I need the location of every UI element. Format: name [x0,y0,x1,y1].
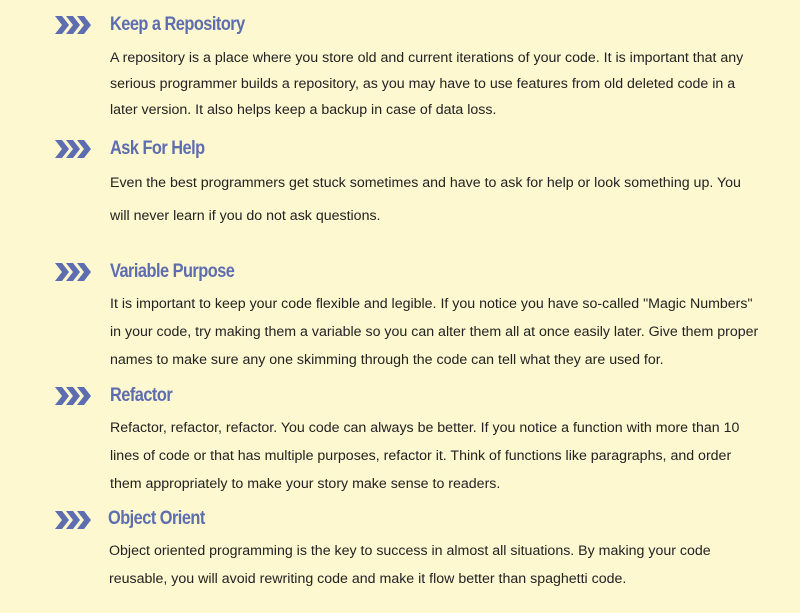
triple-chevron-icon [55,140,91,158]
tip-title: Ask For Help [110,138,205,159]
tip-title: Keep a Repository [110,14,245,35]
tip-title: Object Orient [108,508,205,529]
tip-title: Variable Purpose [110,261,235,282]
triple-chevron-icon [55,387,91,405]
tip-body: A repository is a place where you store … [110,50,744,118]
tip-body: Even the best programmers get stuck some… [110,175,741,224]
tip-title: Refactor [110,385,173,406]
tip-body: Refactor, refactor, refactor. You code c… [110,420,740,492]
triple-chevron-icon [55,16,91,34]
triple-chevron-icon [55,263,91,281]
tip-body: Object oriented programming is the key t… [109,543,711,587]
tip-body: It is important to keep your code flexib… [110,296,759,368]
triple-chevron-icon [55,511,91,529]
